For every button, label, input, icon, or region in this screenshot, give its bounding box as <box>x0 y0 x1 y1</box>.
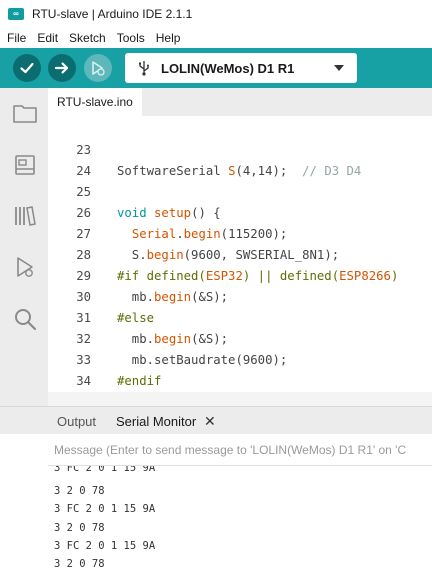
code-editor[interactable]: 23 SoftwareSerial S(4,14); // D3 D4 24 2… <box>48 116 432 406</box>
code-line: 23 SoftwareSerial S(4,14); // D3 D4 <box>48 119 432 178</box>
serial-message-bar <box>48 434 432 465</box>
serial-output: 3 FC 2 0 1 15 9A 3 2 0 78 3 FC 2 0 1 15 … <box>48 465 432 577</box>
folder-icon[interactable] <box>12 100 38 126</box>
sidebar <box>0 88 48 406</box>
usb-icon <box>139 61 149 76</box>
code-line: 32 mb.setBaudrate(9600); <box>48 308 432 367</box>
search-icon[interactable] <box>12 306 38 332</box>
arrow-right-icon <box>54 62 69 74</box>
code-line: 26 Serial.begin(115200); <box>48 182 432 241</box>
serial-line: 3 FC 2 0 1 15 9A <box>54 540 156 552</box>
upload-button[interactable] <box>48 54 76 82</box>
toolbar: LOLIN(WeMos) D1 R1 <box>0 48 432 88</box>
code-line: 35 mb.addHreg(REGN, 0, 2); <box>48 371 432 406</box>
debug-icon <box>92 61 105 76</box>
serial-line: 3 2 0 78 <box>54 485 105 497</box>
chevron-down-icon <box>334 65 344 71</box>
menu-sketch[interactable]: Sketch <box>62 31 110 45</box>
code-line: 31 mb.begin(&S); <box>48 287 432 346</box>
code-line: 30 #else <box>48 266 432 325</box>
serial-line: 3 2 0 78 <box>54 522 105 534</box>
menu-edit[interactable]: Edit <box>30 31 62 45</box>
code-line: 25 void setup() { <box>48 161 432 220</box>
window-title: RTU-slave | Arduino IDE 2.1.1 <box>32 7 193 21</box>
code-line: 33 #endif <box>48 329 432 388</box>
bottom-panel-tabs: Output Serial Monitor ✕ <box>0 406 432 434</box>
close-icon[interactable]: ✕ <box>204 407 216 435</box>
tab-output[interactable]: Output <box>57 407 96 435</box>
code-line: 27 S.begin(9600, SWSERIAL_8N1); <box>48 203 432 262</box>
board-name: LOLIN(WeMos) D1 R1 <box>161 60 295 76</box>
menu-tools[interactable]: Tools <box>110 31 149 45</box>
code-line: 28 #if defined(ESP32) || defined(ESP8266… <box>48 224 432 283</box>
menu-file[interactable]: File <box>0 31 30 45</box>
menu-bar: File Edit Sketch Tools Help <box>0 28 432 48</box>
code-line: 29 mb.begin(&S); <box>48 245 432 304</box>
verify-button[interactable] <box>13 54 41 82</box>
serial-line: 3 FC 2 0 1 15 9A <box>54 465 156 474</box>
library-icon[interactable] <box>12 203 38 229</box>
debug-icon[interactable] <box>12 254 38 280</box>
code-line: 24 <box>48 140 432 178</box>
code-line-active: 36 mb.Hreg(REGN, 0x78); <box>48 392 432 406</box>
debug-button[interactable] <box>84 54 112 82</box>
menu-help[interactable]: Help <box>149 31 185 45</box>
code-line: 34 mb.slave(SLAVE_ID); <box>48 350 432 406</box>
title-bar: ∞ RTU-slave | Arduino IDE 2.1.1 <box>0 0 432 28</box>
board-selector[interactable]: LOLIN(WeMos) D1 R1 <box>125 53 357 83</box>
boards-manager-icon[interactable] <box>12 152 38 178</box>
tab-rtu-slave[interactable]: RTU-slave.ino <box>48 88 142 116</box>
check-icon <box>20 62 34 74</box>
arduino-logo-icon: ∞ <box>8 8 24 20</box>
tab-serial-monitor[interactable]: Serial Monitor <box>116 407 196 435</box>
serial-message-input[interactable] <box>48 442 432 457</box>
editor-tab-bar: RTU-slave.ino <box>48 88 432 116</box>
serial-line: 3 2 0 78 <box>54 558 105 570</box>
serial-line: 3 FC 2 0 1 15 9A <box>54 503 156 515</box>
